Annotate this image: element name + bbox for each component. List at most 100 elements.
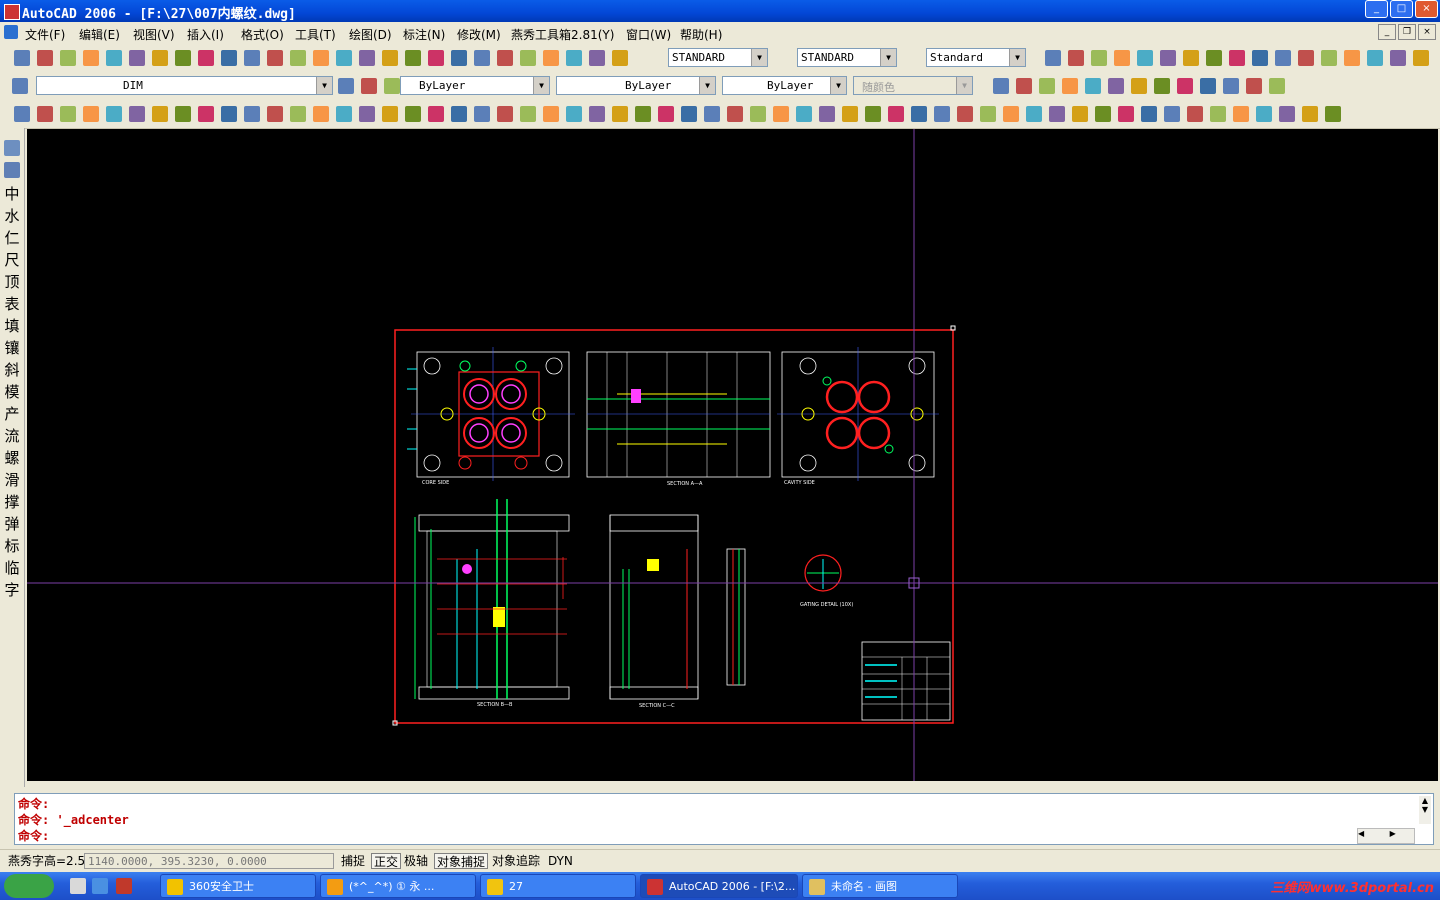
task-autocad[interactable]: AutoCAD 2006 - [F:\2... [640, 874, 798, 898]
left-tool-6[interactable]: 表 [3, 294, 21, 314]
autocad-app-icon[interactable] [4, 4, 20, 20]
yanxiu-mold-tool-icon[interactable] [980, 106, 996, 122]
yanxiu-mold-tool-icon[interactable] [865, 106, 881, 122]
yanxiu-mold-tool-icon[interactable] [37, 106, 53, 122]
yanxiu-text-tool-icon[interactable] [993, 78, 1009, 94]
yanxiu-mold-tool-icon[interactable] [589, 106, 605, 122]
left-tool-12[interactable]: 流 [3, 426, 21, 446]
yanxiu-tool-icon[interactable] [1390, 50, 1406, 66]
standard-tool-icon[interactable] [313, 50, 329, 66]
snap-toggle[interactable]: 捕捉 [339, 853, 367, 869]
yanxiu-mold-tool-icon[interactable] [1187, 106, 1203, 122]
yanxiu-tool-icon[interactable] [1137, 50, 1153, 66]
standard-tool-icon[interactable] [359, 50, 375, 66]
yanxiu-tool-icon[interactable] [1298, 50, 1314, 66]
yanxiu-text-tool-icon[interactable] [1246, 78, 1262, 94]
standard-tool-icon[interactable] [106, 50, 122, 66]
yanxiu-mold-tool-icon[interactable] [221, 106, 237, 122]
yanxiu-mold-tool-icon[interactable] [796, 106, 812, 122]
layer-state-tool-icon[interactable] [384, 78, 400, 94]
yanxiu-tool-icon[interactable] [1114, 50, 1130, 66]
menu-dimension[interactable]: 标注(N) [403, 26, 445, 43]
command-prompt[interactable]: 命令: [18, 827, 49, 844]
ie-icon[interactable] [92, 878, 108, 894]
standard-tool-icon[interactable] [37, 50, 53, 66]
standard-tool-icon[interactable] [129, 50, 145, 66]
yanxiu-mold-tool-icon[interactable] [704, 106, 720, 122]
yanxiu-mold-tool-icon[interactable] [1233, 106, 1249, 122]
menu-view[interactable]: 视图(V) [133, 26, 175, 43]
yanxiu-mold-tool-icon[interactable] [957, 106, 973, 122]
yanxiu-mold-tool-icon[interactable] [106, 106, 122, 122]
standard-tool-icon[interactable] [175, 50, 191, 66]
menu-modify[interactable]: 修改(M) [457, 26, 501, 43]
coordinate-readout[interactable]: 1140.0000, 395.3230, 0.0000 [84, 853, 334, 869]
standard-tool-icon[interactable] [83, 50, 99, 66]
yanxiu-mold-tool-icon[interactable] [405, 106, 421, 122]
menu-tools[interactable]: 工具(T) [295, 26, 336, 43]
mdi-minimize-button[interactable]: _ [1378, 24, 1396, 40]
yanxiu-mold-tool-icon[interactable] [83, 106, 99, 122]
layer-stack-icon[interactable] [4, 140, 20, 156]
standard-tool-icon[interactable] [566, 50, 582, 66]
yanxiu-mold-tool-icon[interactable] [1325, 106, 1341, 122]
yanxiu-mold-tool-icon[interactable] [382, 106, 398, 122]
quicklaunch-icon[interactable] [70, 878, 86, 894]
yanxiu-mold-tool-icon[interactable] [1072, 106, 1088, 122]
mdi-restore-button[interactable]: ❐ [1398, 24, 1416, 40]
standard-tool-icon[interactable] [290, 50, 306, 66]
left-tool-17[interactable]: 标 [3, 536, 21, 556]
yanxiu-tool-icon[interactable] [1160, 50, 1176, 66]
document-icon[interactable] [4, 25, 18, 39]
yanxiu-mold-tool-icon[interactable] [635, 106, 651, 122]
yanxiu-mold-tool-icon[interactable] [1256, 106, 1272, 122]
standard-tool-icon[interactable] [428, 50, 444, 66]
yanxiu-mold-tool-icon[interactable] [1049, 106, 1065, 122]
left-tool-19[interactable]: 字 [3, 580, 21, 600]
mdi-close-button[interactable]: × [1418, 24, 1436, 40]
task-qq[interactable]: (*^_^*) ① 永 ... [320, 874, 476, 898]
lineweight-select[interactable]: ByLayer ▼ [722, 76, 847, 95]
yanxiu-text-tool-icon[interactable] [1154, 78, 1170, 94]
yanxiu-mold-tool-icon[interactable] [658, 106, 674, 122]
standard-tool-icon[interactable] [451, 50, 467, 66]
yanxiu-mold-tool-icon[interactable] [1095, 106, 1111, 122]
standard-tool-icon[interactable] [589, 50, 605, 66]
yanxiu-mold-tool-icon[interactable] [14, 106, 30, 122]
left-tool-11[interactable]: 产 [3, 404, 21, 424]
linetype-select[interactable]: ByLayer ▼ [556, 76, 716, 95]
yanxiu-mold-tool-icon[interactable] [359, 106, 375, 122]
left-tool-2[interactable]: 水 [3, 206, 21, 226]
left-tool-13[interactable]: 螺 [3, 448, 21, 468]
standard-tool-icon[interactable] [497, 50, 513, 66]
yanxiu-mold-tool-icon[interactable] [888, 106, 904, 122]
yanxiu-text-tool-icon[interactable] [1200, 78, 1216, 94]
yanxiu-mold-tool-icon[interactable] [681, 106, 697, 122]
maximize-button[interactable]: □ [1390, 0, 1413, 18]
standard-tool-icon[interactable] [221, 50, 237, 66]
yanxiu-tool-icon[interactable] [1229, 50, 1245, 66]
left-tool-9[interactable]: 斜 [3, 360, 21, 380]
left-tool-14[interactable]: 滑 [3, 470, 21, 490]
standard-tool-icon[interactable] [474, 50, 490, 66]
yanxiu-tool-icon[interactable] [1321, 50, 1337, 66]
standard-tool-icon[interactable] [60, 50, 76, 66]
standard-tool-icon[interactable] [244, 50, 260, 66]
dyn-toggle[interactable]: DYN [546, 853, 575, 869]
left-tool-1[interactable]: 中 [3, 184, 21, 204]
left-tool-5[interactable]: 顶 [3, 272, 21, 292]
menu-edit[interactable]: 编辑(E) [79, 26, 120, 43]
yanxiu-text-tool-icon[interactable] [1131, 78, 1147, 94]
yanxiu-tool-icon[interactable] [1068, 50, 1084, 66]
yanxiu-tool-icon[interactable] [1045, 50, 1061, 66]
yanxiu-mold-tool-icon[interactable] [911, 106, 927, 122]
yanxiu-mold-tool-icon[interactable] [1164, 106, 1180, 122]
dim-style-select[interactable]: STANDARD ▼ [797, 48, 897, 67]
layer-select[interactable]: DIM ▼ [36, 76, 333, 95]
yanxiu-text-tool-icon[interactable] [1016, 78, 1032, 94]
command-history[interactable]: 命令: 命令: '_adcenter 命令: ▲ ▼ ◀ ▶ [14, 793, 1434, 845]
yanxiu-text-tool-icon[interactable] [1062, 78, 1078, 94]
standard-tool-icon[interactable] [382, 50, 398, 66]
yanxiu-tool-icon[interactable] [1367, 50, 1383, 66]
yanxiu-mold-tool-icon[interactable] [1210, 106, 1226, 122]
